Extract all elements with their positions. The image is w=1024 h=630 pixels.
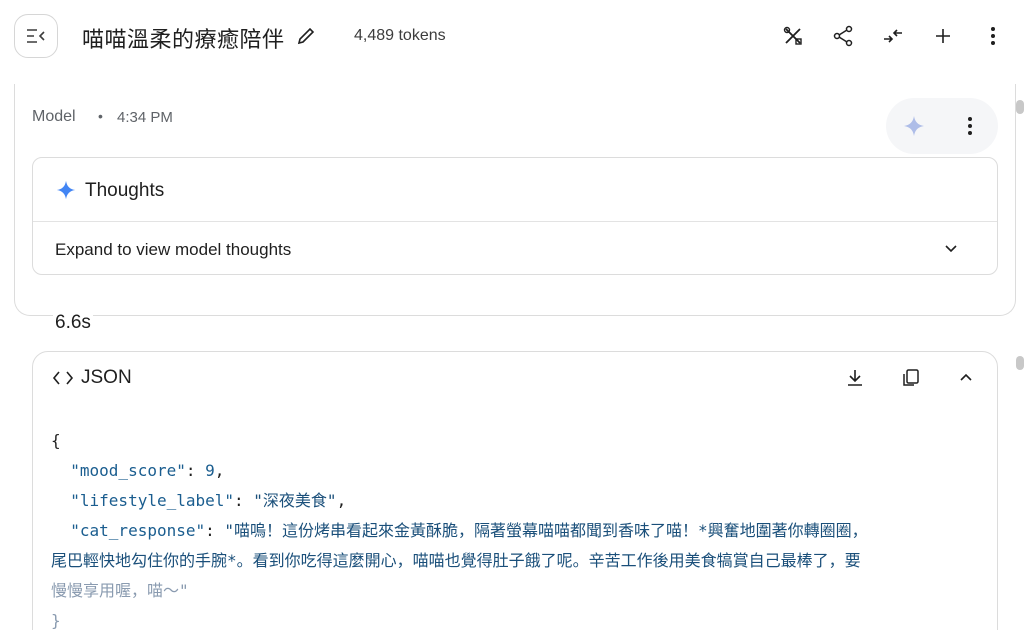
edit-title-button[interactable] <box>296 26 316 46</box>
json-key: "lifestyle_label" <box>70 491 235 510</box>
json-value: 9 <box>205 461 215 480</box>
copy-icon <box>903 369 919 386</box>
share-icon <box>833 25 853 47</box>
share-button[interactable] <box>831 24 855 48</box>
download-icon <box>848 370 862 386</box>
expand-thoughts-label[interactable]: Expand to view model thoughts <box>55 240 291 260</box>
toggle-sidebar-button[interactable] <box>14 14 58 58</box>
code-line: 慢慢享用喔，喵～" <box>51 581 189 600</box>
scrollbar-thumb[interactable] <box>1016 356 1024 370</box>
sparkle-icon <box>904 116 924 136</box>
json-title: JSON <box>81 367 132 388</box>
code-line: "mood_score": 9, <box>70 461 225 480</box>
chevron-down-icon[interactable] <box>941 238 961 258</box>
scrollbar-thumb[interactable] <box>1016 100 1024 114</box>
top-bar: 喵喵溫柔的療癒陪伴 4,489 tokens <box>0 0 1024 72</box>
arrows-converge-icon <box>884 29 902 43</box>
compare-button[interactable] <box>781 24 805 48</box>
thoughts-title: Thoughts <box>85 180 165 201</box>
message-time: 4:34 PM <box>117 109 173 126</box>
more-vert-icon <box>991 27 995 45</box>
sparkle-icon <box>55 179 77 201</box>
json-output-card: JSON { "mood_score": 9, "lifestyle_label… <box>32 351 998 630</box>
token-count: 4,489 tokens <box>354 27 446 44</box>
code-icon <box>51 368 75 388</box>
json-key: "mood_score" <box>70 461 186 480</box>
json-key: "cat_response" <box>70 521 206 540</box>
code-line: "lifestyle_label": "深夜美食", <box>70 491 347 510</box>
response-duration: 6.6s <box>53 312 93 334</box>
new-chat-button[interactable] <box>931 24 955 48</box>
thoughts-panel[interactable]: Thoughts Expand to view model thoughts <box>32 157 998 275</box>
code-line: 尾巴輕快地勾住你的手腕*。看到你吃得這麼開心，喵喵也覺得肚子餓了呢。辛苦工作後用… <box>51 551 861 570</box>
close-brace: } <box>51 611 61 630</box>
chevron-up-icon <box>960 373 972 381</box>
more-vert-icon <box>968 117 972 135</box>
download-button[interactable] <box>843 366 867 390</box>
open-brace: { <box>51 431 61 450</box>
code-line: "cat_response": "喵嗚！這份烤串看起來金黃酥脆，隔著螢幕喵喵都聞… <box>70 521 868 540</box>
tools-crossed-icon <box>783 26 802 45</box>
json-code-body: { "mood_score": 9, "lifestyle_label": "深… <box>51 426 981 630</box>
more-options-button[interactable] <box>981 24 1005 48</box>
pencil-icon <box>297 27 315 45</box>
separator: • <box>98 108 103 124</box>
thoughts-header: Thoughts <box>33 158 997 222</box>
copy-button[interactable] <box>899 366 923 390</box>
turn-more-button[interactable] <box>958 114 982 138</box>
page-title: 喵喵溫柔的療癒陪伴 <box>82 28 285 53</box>
rerun-button[interactable] <box>902 114 926 138</box>
json-value: "深夜美食" <box>253 491 337 510</box>
json-value: "喵嗚！這份烤串看起來金黃酥脆，隔著螢幕喵喵都聞到香味了喵！*興奮地圍著你轉圈圈… <box>224 521 868 540</box>
plus-icon <box>936 29 950 43</box>
menu-collapse-icon <box>27 29 45 43</box>
author-label: Model <box>32 108 76 125</box>
compare-mode-button[interactable] <box>881 24 905 48</box>
collapse-button[interactable] <box>954 366 978 390</box>
code-line: { <box>51 426 981 456</box>
